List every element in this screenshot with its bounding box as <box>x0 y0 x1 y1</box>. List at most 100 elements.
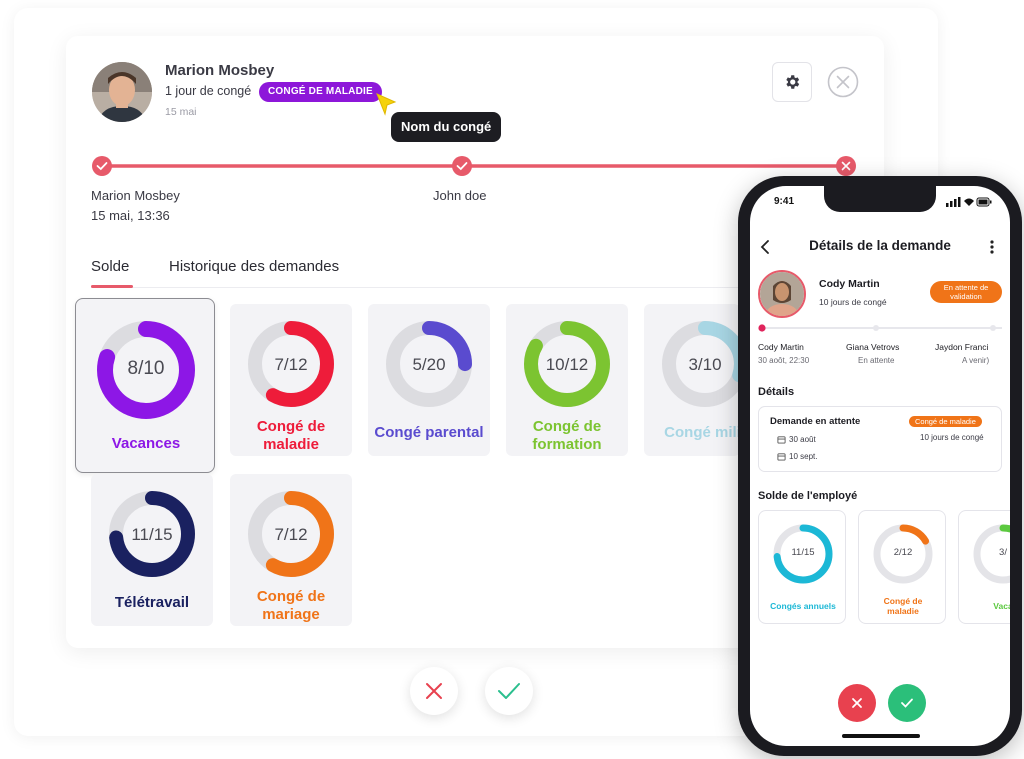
balance-label: Congé de maladie <box>230 418 352 454</box>
balance-tile[interactable]: 7/12 Congé de maladie <box>230 304 352 456</box>
employee-avatar <box>92 62 152 122</box>
tooltip: Nom du congé <box>391 112 502 142</box>
mobile-phone-mockup: 9:41 Détails de la demande Cody Martin 1… <box>738 176 1022 756</box>
phone-notch <box>824 186 936 212</box>
balance-label-line: Congé parental <box>374 424 484 441</box>
mobile-balance-value: 11/15 <box>791 547 815 558</box>
mobile-balance-label: Congés annuels <box>759 601 845 611</box>
mobile-approval-timeline <box>758 324 1002 332</box>
status-line: validation <box>950 292 982 301</box>
more-options-icon[interactable] <box>990 240 994 254</box>
balance-label-line: mariage <box>262 606 320 623</box>
leave-duration: 1 jour de congé <box>165 84 252 98</box>
tab-solde[interactable]: Solde <box>91 258 129 275</box>
balance-value: 5/20 <box>412 355 446 374</box>
balance-label-line: Congé de <box>532 418 602 435</box>
balance-tile[interactable]: 10/12 Congé de formation <box>506 304 628 456</box>
balance-value: 10/12 <box>545 355 589 374</box>
balance-label-line: Télétravail <box>114 594 190 611</box>
mobile-approve-button[interactable] <box>888 684 926 722</box>
close-icon <box>852 698 862 708</box>
employee-name: Marion Mosbey <box>165 62 275 79</box>
balance-label-line: Congé milit <box>664 424 740 441</box>
mobile-step-name: Cody Martin <box>758 342 804 352</box>
balance-label: Congé de formation <box>506 418 628 454</box>
request-status-title: Demande en attente <box>770 416 861 427</box>
approval-timeline <box>92 156 856 176</box>
balance-value: 8/10 <box>127 358 165 379</box>
reject-button[interactable] <box>410 667 458 715</box>
mobile-employee-name: Cody Martin <box>819 278 880 290</box>
calendar-icon <box>777 436 786 444</box>
step-approved-icon <box>452 156 472 176</box>
mobile-balance-tile[interactable]: 11/15 Congés annuels <box>758 510 846 624</box>
calendar-icon <box>777 453 786 461</box>
active-tab-indicator <box>91 285 133 288</box>
balance-label: Vacances <box>76 435 216 453</box>
request-details-card[interactable]: Demande en attente Congé de maladie 10 j… <box>758 406 1002 472</box>
gear-icon <box>786 75 800 89</box>
balance-label-line: maladie <box>263 436 319 453</box>
balance-label-line: Congé de <box>256 418 326 435</box>
balance-label-line: formation <box>532 436 602 453</box>
balance-label: Congé parental <box>368 424 490 442</box>
balance-value: 7/12 <box>274 525 308 544</box>
request-start-date: 30 août <box>789 435 816 444</box>
mobile-balance-value: 2/12 <box>893 547 913 558</box>
balance-tile[interactable]: 11/15 Télétravail <box>91 474 213 626</box>
home-indicator <box>842 734 920 738</box>
balance-label: Congé milit <box>644 424 740 442</box>
mobile-step-name: Giana Vetrovs <box>846 342 900 352</box>
mobile-balance-label: Congé de maladie <box>859 596 945 616</box>
request-date: 15 mai <box>165 106 197 118</box>
pending-status-badge: En attente de validation <box>930 281 1002 303</box>
status-time: 9:41 <box>774 196 795 207</box>
mobile-step-status: A venir) <box>962 356 990 365</box>
mobile-step-status: En attente <box>858 356 895 365</box>
step-rejected-icon <box>836 156 856 176</box>
close-icon <box>426 683 442 699</box>
balance-tile[interactable]: 5/20 Congé parental <box>368 304 490 456</box>
leave-type-badge[interactable]: CONGÉ DE MALADIE <box>259 82 382 102</box>
tab-bar: Solde Historique des demandes <box>91 258 791 288</box>
mobile-screen: 9:41 Détails de la demande Cody Martin 1… <box>750 186 1010 746</box>
timeline-step-name: Marion Mosbey <box>91 188 180 203</box>
mobile-balance-label: Vaca <box>959 601 1010 611</box>
check-icon <box>901 698 913 708</box>
request-type-badge: Congé de maladie <box>909 416 982 427</box>
balance-heading: Solde de l'employé <box>758 490 858 502</box>
balance-value: 7/12 <box>274 355 308 374</box>
mobile-page-title: Détails de la demande <box>809 238 951 253</box>
mobile-employee-avatar <box>758 270 806 318</box>
balance-value: 11/15 <box>131 525 173 544</box>
timeline-step-date: 15 mai, 13:36 <box>91 208 170 223</box>
request-days: 10 jours de congé <box>920 433 984 442</box>
request-end-date: 10 sept. <box>789 452 818 461</box>
mobile-balance-tile[interactable]: 3/Vaca <box>958 510 1010 624</box>
mobile-balance-label-line: maladie <box>887 606 919 616</box>
details-heading: Détails <box>758 386 795 398</box>
balance-tile[interactable]: 3/10 Congé milit <box>644 304 740 456</box>
status-line: En attente de <box>943 283 989 292</box>
step-approved-icon <box>92 156 112 176</box>
balance-tile[interactable]: 7/12 Congé de mariage <box>230 474 352 626</box>
balance-label: Télétravail <box>91 594 213 612</box>
mobile-leave-duration: 10 jours de congé <box>819 297 887 307</box>
close-icon[interactable] <box>827 66 859 98</box>
mobile-balance-label-line: Congés annuels <box>770 601 836 611</box>
settings-button[interactable] <box>772 62 812 102</box>
status-indicators-icon <box>946 197 992 207</box>
check-icon <box>498 683 520 699</box>
approve-button[interactable] <box>485 667 533 715</box>
mobile-step-name: Jaydon Franci <box>935 342 989 352</box>
mobile-balance-tile[interactable]: 2/12 Congé de maladie <box>858 510 946 624</box>
mobile-reject-button[interactable] <box>838 684 876 722</box>
tab-historique[interactable]: Historique des demandes <box>169 258 339 275</box>
mobile-balance-label-line: Vaca <box>993 601 1010 611</box>
timeline-step-name: John doe <box>433 188 487 203</box>
balance-label-line: Congé de <box>256 588 326 605</box>
balance-value: 3/10 <box>688 355 722 374</box>
balance-tile[interactable]: 8/10 Vacances <box>75 298 215 473</box>
balance-label: Congé de mariage <box>230 588 352 624</box>
mobile-step-status: 30 aoôt, 22:30 <box>758 356 810 365</box>
